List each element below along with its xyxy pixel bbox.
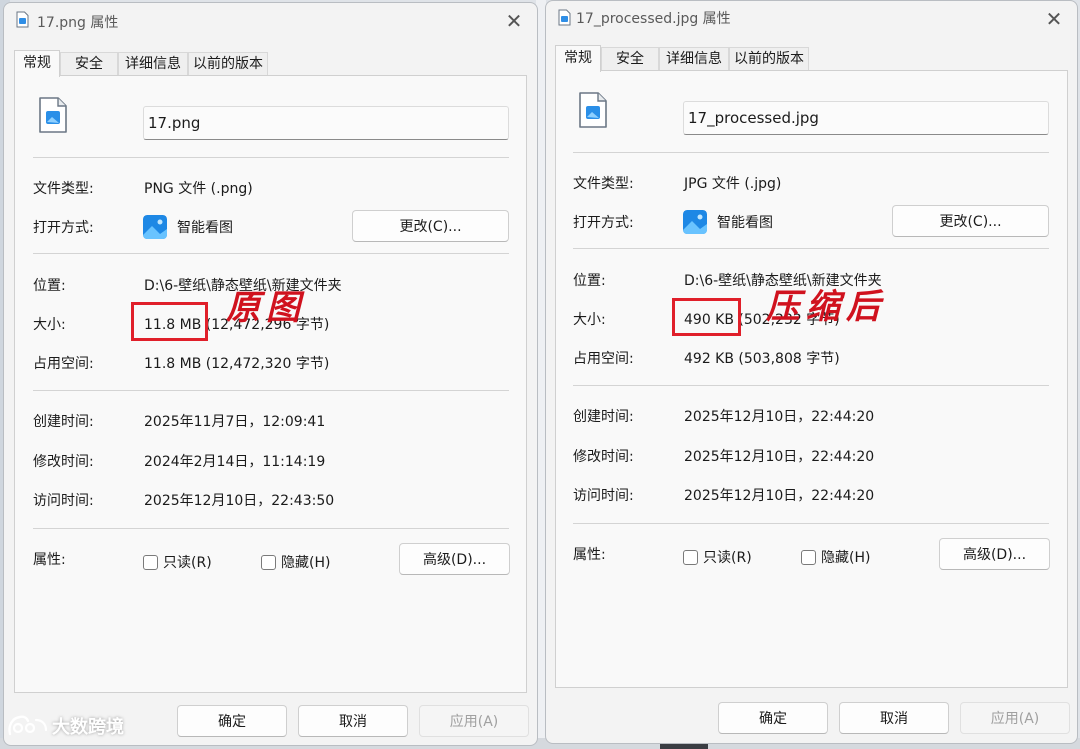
open-with-label: 打开方式: — [33, 220, 94, 236]
readonly-checkbox[interactable]: 只读(R) — [683, 547, 752, 567]
close-icon: ✕ — [1045, 7, 1063, 31]
size-highlight-original — [131, 302, 208, 341]
divider — [33, 528, 509, 529]
image-file-icon — [16, 11, 29, 28]
close-button[interactable]: ✕ — [491, 3, 537, 39]
tab-security[interactable]: 安全 — [60, 52, 118, 76]
title-bar: 17.png 属性 ✕ — [4, 3, 537, 39]
readonly-label: 只读(R) — [163, 555, 212, 571]
tab-previous-versions[interactable]: 以前的版本 — [729, 47, 809, 71]
divider — [33, 253, 509, 254]
open-with-app: 智能看图 — [177, 220, 233, 236]
cancel-button[interactable]: 取消 — [839, 702, 949, 734]
disk-size-label: 占用空间: — [33, 356, 94, 372]
accessed-value: 2025年12月10日，22:44:20 — [684, 488, 875, 504]
location-label: 位置: — [573, 273, 606, 289]
readonly-checkbox[interactable]: 只读(R) — [143, 552, 212, 572]
divider — [33, 157, 509, 158]
disk-size-value: 492 KB (503,808 字节) — [684, 351, 840, 367]
tab-strip: 常规 安全 详细信息 以前的版本 — [555, 45, 809, 72]
file-type-label: 文件类型: — [33, 181, 94, 197]
attributes-label: 属性: — [33, 552, 66, 568]
divider — [573, 152, 1049, 153]
close-icon: ✕ — [505, 9, 523, 33]
accessed-label: 访问时间: — [573, 488, 634, 504]
hidden-checkbox[interactable]: 隐藏(H) — [261, 552, 330, 572]
checkbox-box — [801, 549, 816, 565]
tab-general[interactable]: 常规 — [555, 45, 601, 72]
open-with-app: 智能看图 — [717, 215, 773, 231]
image-file-icon — [39, 97, 67, 133]
divider — [573, 248, 1049, 249]
window-title: 17.png 属性 — [37, 15, 119, 31]
file-type-value: PNG 文件 (.png) — [144, 181, 253, 197]
modified-value: 2025年12月10日，22:44:20 — [684, 449, 875, 465]
apply-button[interactable]: 应用(A) — [960, 702, 1070, 734]
file-type-label: 文件类型: — [573, 176, 634, 192]
photo-viewer-icon — [143, 215, 167, 239]
created-label: 创建时间: — [573, 409, 634, 425]
checkbox-box — [143, 554, 158, 570]
location-label: 位置: — [33, 278, 66, 294]
general-panel: 文件类型: JPG 文件 (.jpg) 打开方式: 智能看图 更改(C)... … — [555, 70, 1068, 688]
ok-button[interactable]: 确定 — [177, 705, 287, 737]
image-file-icon — [579, 92, 607, 128]
compressed-annotation: 压缩后 — [766, 287, 886, 327]
size-label: 大小: — [33, 317, 66, 333]
tab-previous-versions[interactable]: 以前的版本 — [188, 52, 268, 76]
disk-size-label: 占用空间: — [573, 351, 634, 367]
change-button[interactable]: 更改(C)... — [892, 205, 1049, 237]
ok-button[interactable]: 确定 — [718, 702, 828, 734]
tab-details[interactable]: 详细信息 — [118, 52, 188, 76]
hidden-label: 隐藏(H) — [281, 555, 331, 571]
tab-details[interactable]: 详细信息 — [659, 47, 729, 71]
checkbox-box — [683, 549, 698, 565]
divider — [573, 523, 1049, 524]
filename-field[interactable] — [143, 106, 509, 140]
general-panel: 文件类型: PNG 文件 (.png) 打开方式: 智能看图 更改(C)... … — [14, 75, 527, 693]
modified-label: 修改时间: — [33, 454, 94, 470]
created-label: 创建时间: — [33, 414, 94, 430]
tab-strip: 常规 安全 详细信息 以前的版本 — [14, 50, 268, 77]
disk-size-value: 11.8 MB (12,472,320 字节) — [144, 356, 330, 372]
watermark-text: 大数跨境 — [52, 717, 124, 738]
window-title: 17_processed.jpg 属性 — [576, 11, 731, 27]
advanced-button[interactable]: 高级(D)... — [399, 543, 510, 575]
image-file-icon — [558, 9, 571, 26]
divider — [573, 385, 1049, 386]
hidden-label: 隐藏(H) — [821, 550, 871, 566]
dashuju-logo-icon — [8, 715, 48, 736]
modified-label: 修改时间: — [573, 449, 634, 465]
accessed-value: 2025年12月10日，22:43:50 — [144, 493, 335, 509]
checkbox-box — [261, 554, 276, 570]
modified-value: 2024年2月14日，11:14:19 — [144, 454, 326, 470]
properties-dialog-compressed: 17_processed.jpg 属性 ✕ 常规 安全 详细信息 以前的版本 文… — [545, 0, 1078, 744]
properties-dialog-original: 17.png 属性 ✕ 常规 安全 详细信息 以前的版本 文件类型: PNG 文… — [3, 2, 538, 746]
size-highlight-compressed — [672, 298, 741, 336]
created-value: 2025年11月7日，12:09:41 — [144, 414, 326, 430]
tab-general[interactable]: 常规 — [14, 50, 60, 77]
cancel-button[interactable]: 取消 — [298, 705, 408, 737]
advanced-button[interactable]: 高级(D)... — [939, 538, 1050, 570]
title-bar: 17_processed.jpg 属性 ✕ — [546, 1, 1077, 37]
accessed-label: 访问时间: — [33, 493, 94, 509]
readonly-label: 只读(R) — [703, 550, 752, 566]
open-with-label: 打开方式: — [573, 215, 634, 231]
original-annotation: 原图 — [226, 288, 306, 328]
photo-viewer-icon — [683, 210, 707, 234]
watermark: 大数跨境 — [6, 712, 124, 740]
attributes-label: 属性: — [573, 547, 606, 563]
size-label: 大小: — [573, 312, 606, 328]
apply-button[interactable]: 应用(A) — [419, 705, 529, 737]
filename-field[interactable] — [683, 101, 1049, 135]
change-button[interactable]: 更改(C)... — [352, 210, 509, 242]
tab-security[interactable]: 安全 — [601, 47, 659, 71]
divider — [33, 390, 509, 391]
close-button[interactable]: ✕ — [1031, 1, 1077, 37]
hidden-checkbox[interactable]: 隐藏(H) — [801, 547, 870, 567]
created-value: 2025年12月10日，22:44:20 — [684, 409, 875, 425]
file-type-value: JPG 文件 (.jpg) — [684, 176, 782, 192]
